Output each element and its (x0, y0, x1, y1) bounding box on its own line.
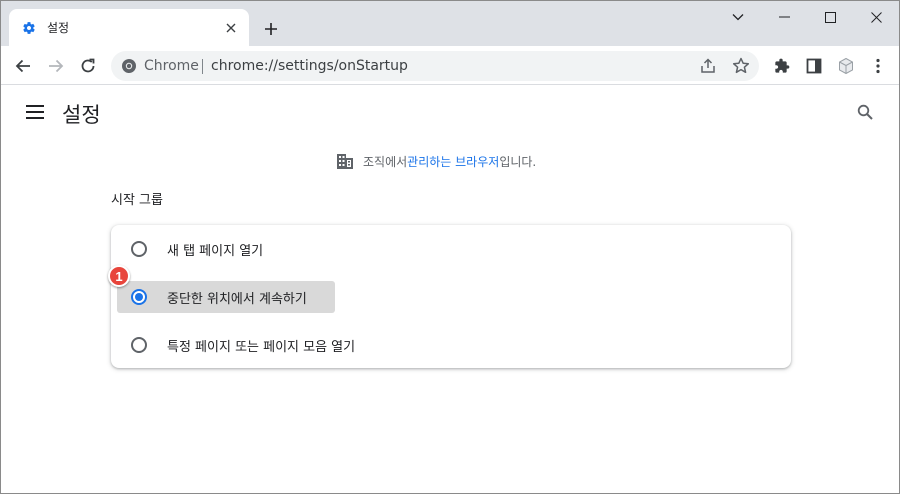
omnibox-site-label: Chrome (144, 58, 199, 74)
startup-option-specific-pages[interactable]: 특정 페이지 또는 페이지 모음 열기 (111, 321, 791, 369)
building-icon (335, 151, 355, 171)
tab-title: 설정 (47, 21, 70, 35)
radio-specific-pages[interactable] (131, 337, 147, 353)
managed-notice-suffix: 입니다. (499, 154, 537, 169)
startup-option-continue[interactable]: 중단한 위치에서 계속하기 (111, 273, 791, 321)
search-icon[interactable] (854, 101, 876, 123)
managed-notice-prefix: 조직에서 (363, 154, 408, 169)
tab-search-chevron-icon[interactable] (715, 1, 761, 33)
gear-icon (21, 20, 37, 36)
minimize-button[interactable] (761, 1, 807, 33)
tab-settings[interactable]: 설정 (9, 9, 249, 46)
startup-option-new-tab[interactable]: 새 탭 페이지 열기 (111, 225, 791, 273)
window-close-button[interactable] (853, 1, 899, 33)
extensions-puzzle-icon[interactable] (768, 52, 796, 80)
section-title: 시작 그룹 (111, 193, 163, 208)
radio-new-tab[interactable] (131, 241, 147, 257)
new-tab-button[interactable] (259, 17, 283, 41)
omnibox-url[interactable]: chrome://settings/onStartup (211, 58, 408, 74)
maximize-button[interactable] (807, 1, 853, 33)
tab-strip: 설정 (1, 1, 899, 46)
profile-avatar[interactable] (832, 52, 860, 80)
share-icon[interactable] (699, 57, 717, 75)
forward-button[interactable] (42, 52, 70, 80)
managed-notice-link[interactable]: 관리하는 브라우저 (407, 153, 499, 170)
option-label: 중단한 위치에서 계속하기 (167, 292, 307, 307)
bookmark-star-icon[interactable] (731, 56, 751, 76)
address-bar[interactable]: Chrome chrome://settings/onStartup (111, 51, 759, 81)
page-title: 설정 (62, 103, 101, 127)
radio-continue[interactable] (131, 289, 147, 305)
omnibox-divider (202, 59, 203, 74)
reload-button[interactable] (74, 52, 102, 80)
option-label: 새 탭 페이지 열기 (167, 244, 264, 259)
startup-options-card: 새 탭 페이지 열기 중단한 위치에서 계속하기 특정 페이지 또는 페이지 모… (111, 225, 791, 368)
side-panel-icon[interactable] (800, 52, 828, 80)
managed-browser-notice: 조직에서 관리하는 브라우저 입니다. (335, 151, 536, 171)
close-icon[interactable] (219, 16, 243, 40)
step-number-badge: 1 (108, 265, 130, 287)
back-button[interactable] (9, 52, 37, 80)
chrome-logo-icon[interactable] (121, 58, 137, 74)
option-label: 특정 페이지 또는 페이지 모음 열기 (167, 340, 356, 355)
more-menu-icon[interactable] (864, 52, 892, 80)
hamburger-menu-icon[interactable] (23, 100, 47, 124)
browser-window: 설정 Chrome chrome://settings/onStartup 설정… (0, 0, 900, 494)
toolbar: Chrome chrome://settings/onStartup (1, 46, 899, 85)
